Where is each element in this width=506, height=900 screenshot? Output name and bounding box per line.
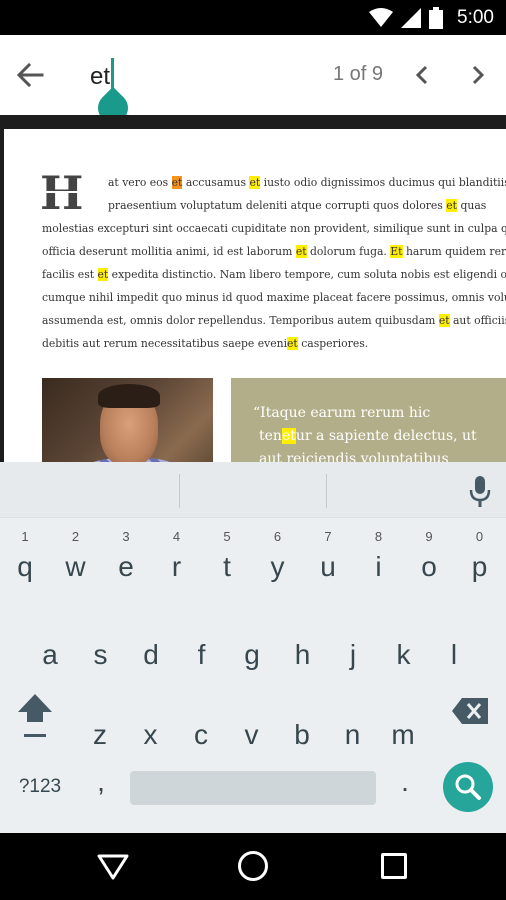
text-line: praesentium voluptatum deleniti atque co… [108,199,487,212]
key-l[interactable]: l [430,614,478,674]
search-highlight: et [97,268,109,281]
comma-key[interactable]: , [88,766,114,798]
period-key[interactable]: . [392,766,418,798]
key-b[interactable]: b [278,694,326,754]
search-highlight: et [295,245,307,258]
key-w[interactable]: 2w [52,526,100,586]
text-line: at vero eos et accusamus et iusto odio d… [108,176,506,189]
key-z[interactable]: z [76,694,124,754]
nav-home-icon[interactable] [238,851,268,881]
document-page: H at vero eos et accusamus et iusto odio… [4,129,506,462]
status-icons: 5:00 [369,0,494,35]
key-f[interactable]: f [178,614,226,674]
microphone-icon[interactable] [468,476,492,508]
text-line: cumque nihil impedit quo minus id quod m… [42,291,506,304]
key-e[interactable]: 3e [102,526,150,586]
pull-quote: “Itaque earum rerum hic tenetur a sapien… [231,378,506,462]
search-highlight: et [281,428,296,444]
key-n[interactable]: n [329,694,377,754]
find-in-document-bar: et 1 of 9 [0,35,506,130]
search-highlight: Et [390,245,403,258]
wifi-icon [369,7,394,27]
key-d[interactable]: d [127,614,175,674]
nav-recents-icon[interactable] [381,853,407,879]
key-c[interactable]: c [177,694,225,754]
next-match-icon[interactable] [466,61,490,89]
key-p[interactable]: 0p [456,526,504,586]
key-r[interactable]: 4r [153,526,201,586]
current-search-highlight: et [171,176,183,189]
search-input[interactable]: et [90,63,110,91]
key-m[interactable]: m [379,694,427,754]
battery-icon [429,6,444,29]
text-line: molestias excepturi sint occaecati cupid… [42,222,506,235]
quote-line: tenetur a sapiente delectus, ut [259,428,477,444]
symbols-key[interactable]: ?123 [10,776,70,798]
key-i[interactable]: 8i [355,526,403,586]
search-highlight: et [287,337,298,350]
key-j[interactable]: j [329,614,377,674]
back-arrow-icon[interactable] [14,59,46,91]
search-icon [455,774,481,800]
status-time: 5:00 [457,6,494,28]
quote-line: aut reiciendis voluptatibus [259,451,449,462]
key-t[interactable]: 5t [203,526,251,586]
shift-icon[interactable] [16,692,54,740]
status-bar: 5:00 [0,0,506,35]
navigation-bar [0,833,506,900]
key-u[interactable]: 7u [304,526,352,586]
text-line: assumenda est, omnis dolor repellendus. … [42,314,506,327]
soft-keyboard: 1q2w3e4r5t6y7u8i9o0p asdfghjkl zxcvbnm ?12… [0,462,506,833]
key-s[interactable]: s [77,614,125,674]
suggestion-strip [0,462,506,518]
key-v[interactable]: v [228,694,276,754]
text-line: facilis est et expedita distinctio. Nam … [42,268,506,281]
key-a[interactable]: a [26,614,74,674]
key-q[interactable]: 1q [1,526,49,586]
key-k[interactable]: k [380,614,428,674]
document-view[interactable]: H at vero eos et accusamus et iusto odio… [0,115,506,462]
search-highlight: et [446,199,458,212]
key-x[interactable]: x [127,694,175,754]
person-photo [42,378,213,462]
quote-line: “Itaque earum rerum hic [253,405,431,421]
key-y[interactable]: 6y [254,526,302,586]
key-h[interactable]: h [279,614,327,674]
search-action-key[interactable] [443,762,493,812]
text-line: officia deserunt mollitia animi, id est … [42,245,506,258]
key-o[interactable]: 9o [405,526,453,586]
nav-back-icon[interactable] [96,853,130,881]
previous-match-icon[interactable] [410,61,434,89]
body-text: at vero eos et accusamus et iusto odio d… [42,171,506,355]
text-line: debitis aut rerum necessitatibus saepe e… [42,337,369,350]
match-count: 1 of 9 [333,63,384,85]
backspace-icon[interactable] [452,698,488,724]
signal-icon [401,7,422,28]
space-key[interactable] [130,771,376,805]
search-highlight: et [249,176,261,189]
search-highlight: et [438,314,450,327]
key-g[interactable]: g [228,614,276,674]
